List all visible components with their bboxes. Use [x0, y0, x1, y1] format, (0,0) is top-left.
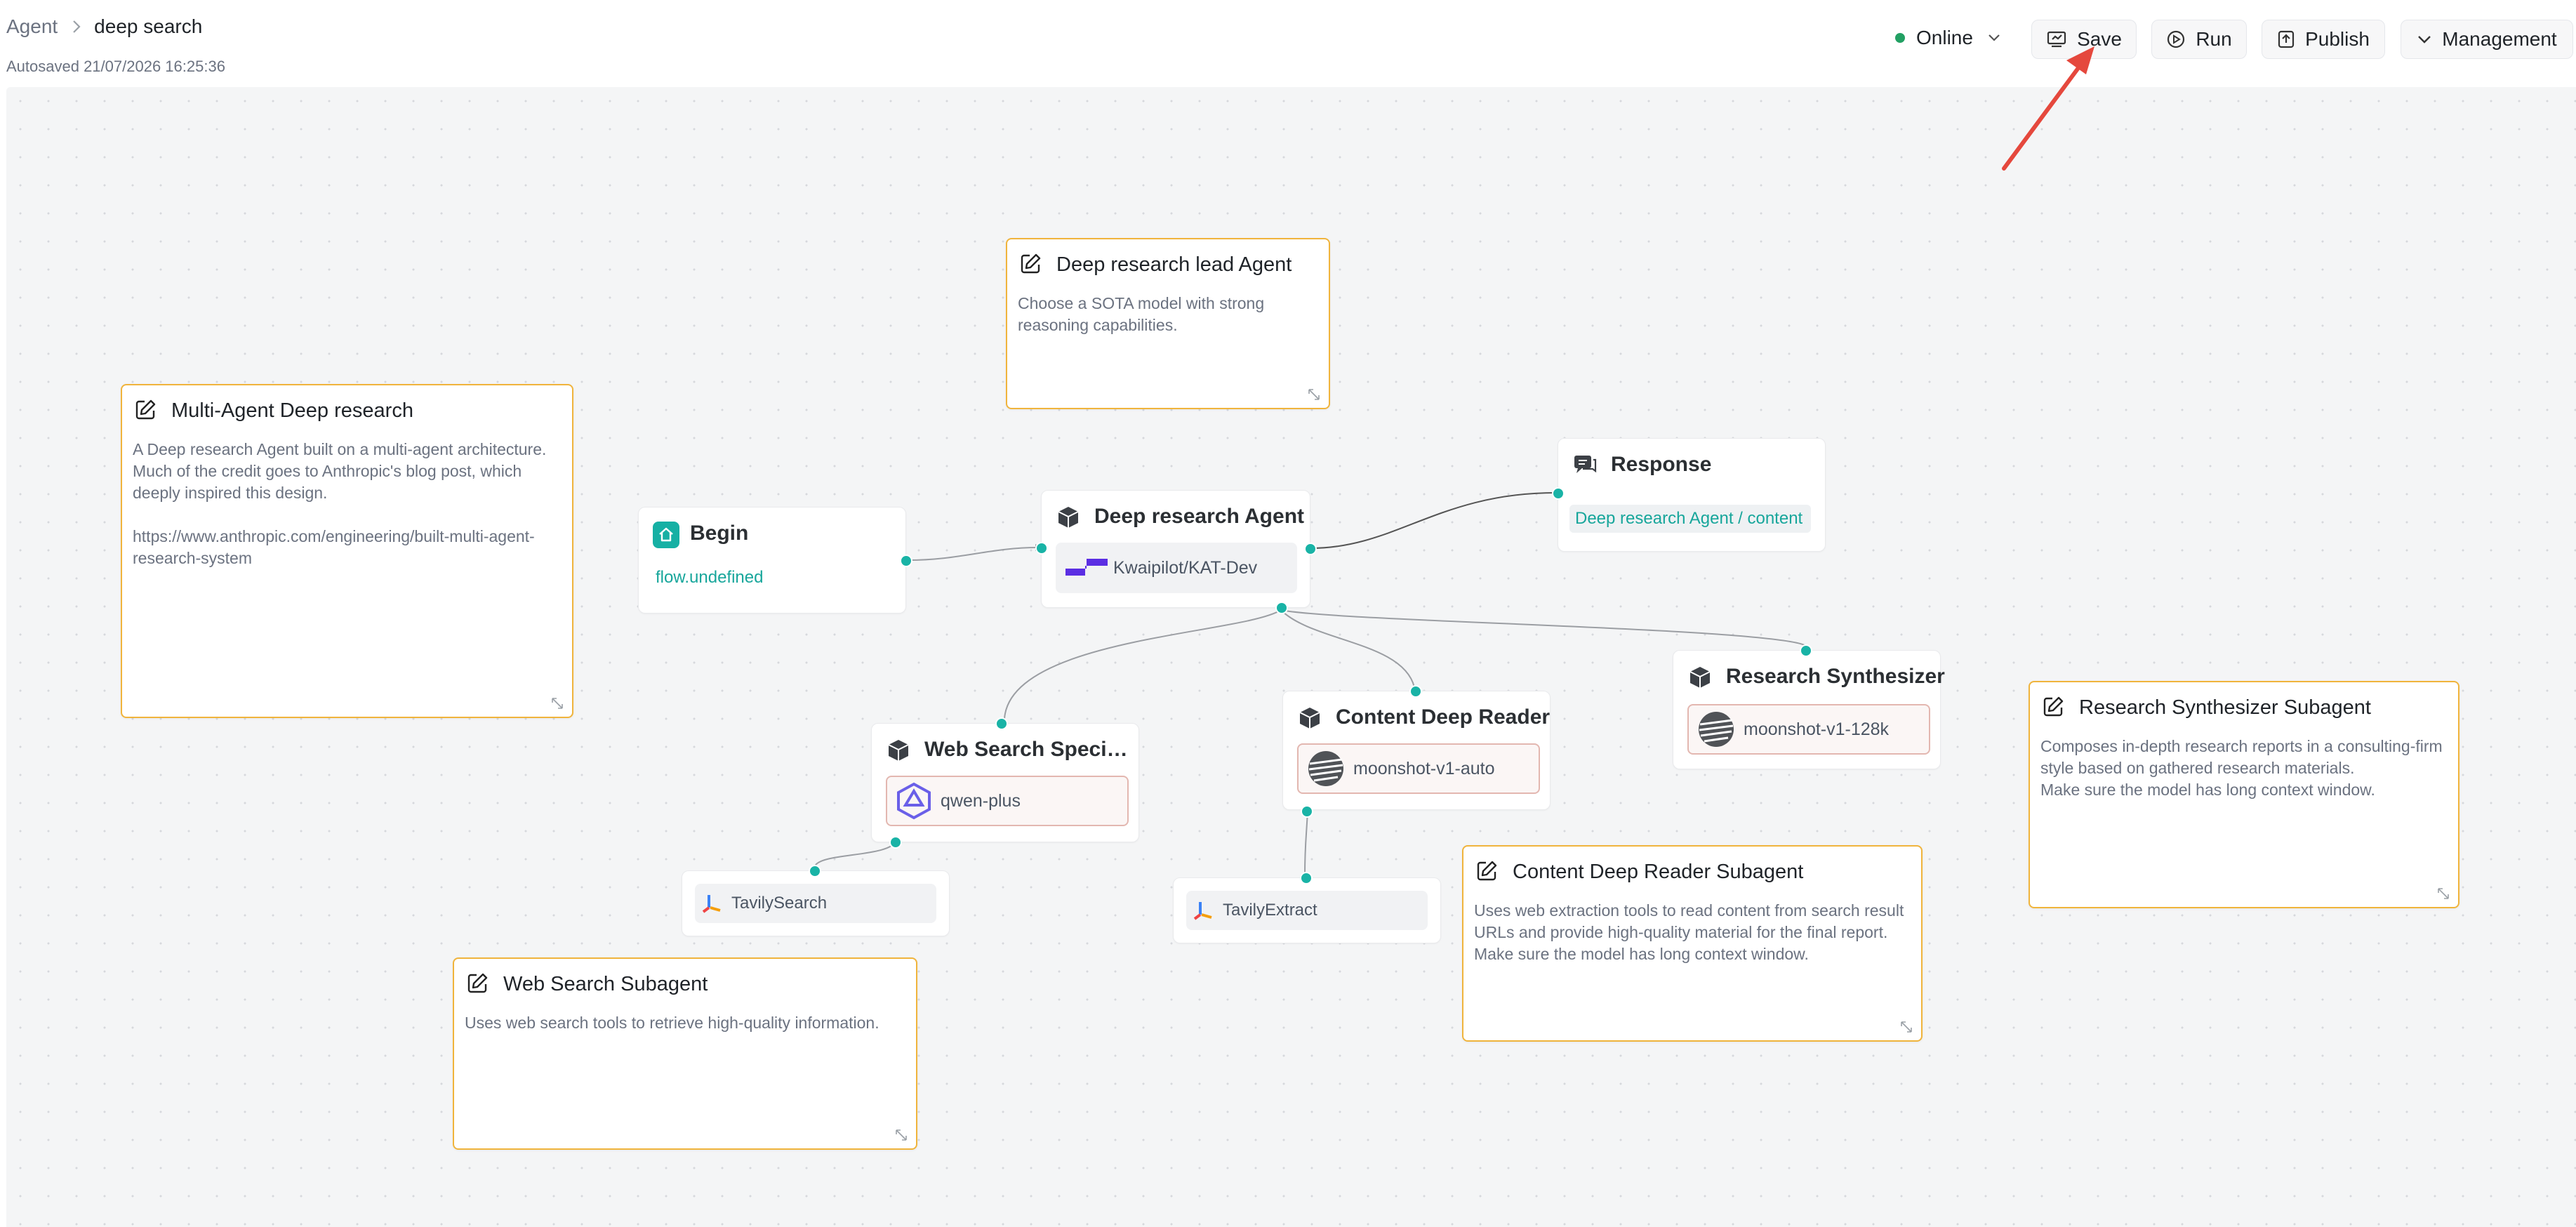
output-port[interactable] — [1304, 543, 1317, 555]
cube-icon — [1299, 708, 1320, 729]
tool-name: TavilyExtract — [1223, 901, 1317, 920]
model-name: moonshot-v1-auto — [1353, 758, 1495, 778]
cube-icon — [1058, 507, 1079, 528]
resize-handle-icon[interactable] — [894, 1127, 909, 1143]
note-multi-agent-deep-research[interactable]: Multi-Agent Deep research A Deep researc… — [121, 384, 573, 718]
input-port[interactable] — [1800, 644, 1812, 657]
note-edit-icon — [1477, 861, 1497, 881]
response-content-variable: Deep research Agent / content — [1569, 505, 1811, 533]
note-body: A Deep research Agent built on a multi-a… — [133, 440, 547, 567]
note-title: Web Search Subagent — [503, 973, 708, 995]
tavily-logo-icon — [1193, 902, 1212, 920]
begin-output-variable: flow.undefined — [656, 568, 764, 587]
input-port[interactable] — [1409, 685, 1422, 698]
input-port[interactable] — [1300, 872, 1313, 884]
resize-handle-icon[interactable] — [1899, 1019, 1914, 1035]
home-icon — [653, 522, 679, 548]
model-selector[interactable]: qwen-plus — [886, 776, 1129, 826]
tool-port[interactable] — [1275, 602, 1288, 614]
resize-handle-icon[interactable] — [1306, 387, 1322, 402]
model-selector[interactable]: moonshot-v1-auto — [1297, 743, 1540, 794]
qwen-logo-icon — [897, 782, 931, 820]
node-web-search-specialist[interactable]: Web Search Special... qwen-plus — [871, 717, 1139, 849]
note-body: Uses web extraction tools to read conten… — [1474, 901, 1904, 963]
moonshot-logo-icon — [1308, 751, 1343, 786]
cube-icon — [888, 740, 909, 761]
cube-icon — [1689, 667, 1711, 688]
edge-agent-response — [1310, 492, 1557, 549]
node-title: Web Search Special... — [924, 738, 1128, 761]
input-port[interactable] — [1552, 487, 1565, 500]
note-title: Content Deep Reader Subagent — [1513, 861, 1804, 883]
node-tavily-search[interactable]: TavilySearch — [682, 865, 950, 936]
edge-agent-synthesizer — [1280, 609, 1805, 646]
node-title: Content Deep Reader — [1336, 705, 1551, 729]
note-body: Choose a SOTA model with strong reasonin… — [1018, 294, 1269, 334]
node-title: Response — [1611, 453, 1712, 476]
node-research-synthesizer[interactable]: Research Synthesizer moonshot-v1-128k — [1673, 644, 1945, 769]
note-edit-icon — [1021, 253, 1041, 274]
note-title: Multi-Agent Deep research — [171, 399, 413, 422]
node-response[interactable]: Response Deep research Agent / content — [1552, 438, 1826, 552]
note-web-search-subagent[interactable]: Web Search Subagent Uses web search tool… — [453, 957, 917, 1150]
note-deep-research-lead-agent[interactable]: Deep research lead Agent Choose a SOTA m… — [1006, 238, 1330, 409]
edge-contentreader-tavilyextract — [1304, 810, 1308, 875]
node-tavily-extract[interactable]: TavilyExtract — [1173, 872, 1441, 943]
output-port[interactable] — [900, 555, 912, 567]
input-port[interactable] — [995, 717, 1008, 730]
note-research-synthesizer-subagent[interactable]: Research Synthesizer Subagent Composes i… — [2029, 681, 2459, 908]
note-title: Research Synthesizer Subagent — [2079, 696, 2371, 719]
tool-chip: TavilySearch — [695, 884, 936, 923]
tool-chip: TavilyExtract — [1186, 891, 1428, 930]
model-name: moonshot-v1-128k — [1744, 719, 1890, 739]
note-content-deep-reader-subagent[interactable]: Content Deep Reader Subagent Uses web ex… — [1462, 845, 1923, 1042]
input-port[interactable] — [1035, 542, 1048, 555]
edge-agent-contentreader — [1280, 609, 1415, 688]
note-body: Uses web search tools to retrieve high-q… — [465, 1014, 879, 1032]
model-name: qwen-plus — [941, 790, 1021, 811]
node-content-deep-reader[interactable]: Content Deep Reader moonshot-v1-auto — [1282, 685, 1551, 818]
note-edit-icon — [135, 399, 156, 420]
tavily-logo-icon — [702, 895, 721, 913]
kwaipilot-logo-icon — [1065, 559, 1108, 576]
input-port[interactable] — [809, 865, 821, 877]
node-begin[interactable]: Begin flow.undefined — [638, 507, 912, 614]
tool-port[interactable] — [889, 836, 902, 849]
edge-websearch-tavilysearch — [814, 840, 897, 867]
node-deep-research-agent[interactable]: Deep research Agent Kwaipilot/KAT-Dev — [1035, 490, 1317, 614]
edge-agent-websearch — [1004, 609, 1282, 719]
tool-port[interactable] — [1301, 805, 1313, 818]
model-selector[interactable]: Kwaipilot/KAT-Dev — [1056, 543, 1297, 593]
node-title: Deep research Agent — [1094, 505, 1305, 528]
moonshot-logo-icon — [1699, 712, 1734, 747]
edge-begin-agent — [907, 547, 1039, 561]
tool-name: TavilySearch — [731, 894, 828, 913]
note-edit-icon — [467, 973, 488, 993]
model-selector[interactable]: moonshot-v1-128k — [1687, 704, 1930, 755]
resize-handle-icon[interactable] — [2436, 886, 2451, 901]
node-title: Research Synthesizer — [1726, 665, 1945, 688]
message-icon — [1574, 456, 1597, 473]
note-title: Deep research lead Agent — [1056, 253, 1292, 276]
resize-handle-icon[interactable] — [550, 696, 565, 711]
workflow-canvas[interactable]: Multi-Agent Deep research A Deep researc… — [6, 87, 2576, 1227]
model-name: Kwaipilot/KAT-Dev — [1113, 557, 1258, 578]
annotation-arrow-icon — [2002, 46, 2094, 171]
note-body: Composes in-depth research reports in a … — [2040, 737, 2443, 799]
note-edit-icon — [2043, 696, 2064, 717]
node-title: Begin — [690, 522, 749, 545]
